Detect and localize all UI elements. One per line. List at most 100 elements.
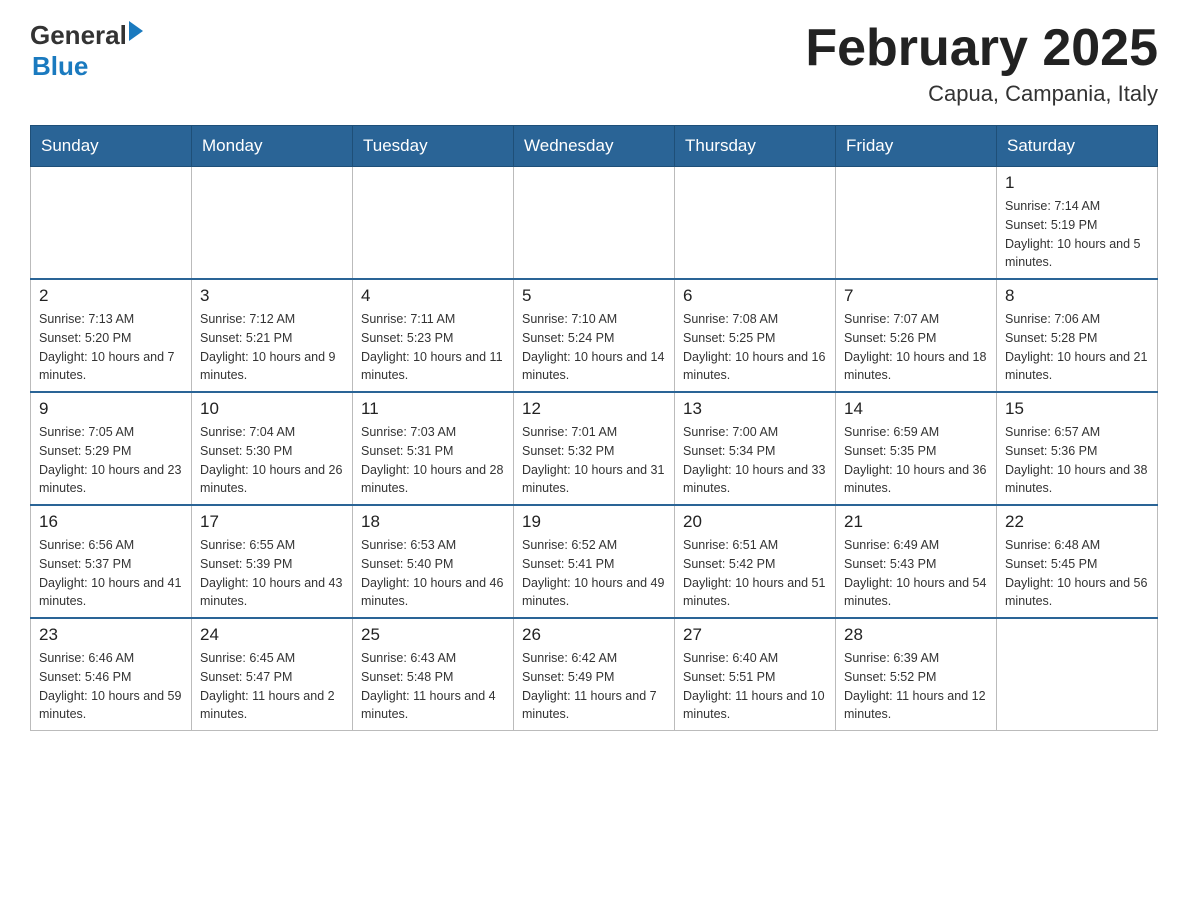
day-info: Sunrise: 6:53 AMSunset: 5:40 PMDaylight:… (361, 536, 505, 611)
calendar-subtitle: Capua, Campania, Italy (805, 81, 1158, 107)
calendar-week-row: 9Sunrise: 7:05 AMSunset: 5:29 PMDaylight… (31, 392, 1158, 505)
table-row: 26 Sunrise: 6:42 AMSunset: 5:49 PMDayligh… (514, 618, 675, 731)
day-number: 10 (200, 399, 344, 419)
calendar-table: Sunday Monday Tuesday Wednesday Thursday… (30, 125, 1158, 731)
header-friday: Friday (836, 126, 997, 167)
day-number: 5 (522, 286, 666, 306)
header-thursday: Thursday (675, 126, 836, 167)
day-number: 27 (683, 625, 827, 645)
day-number: 18 (361, 512, 505, 532)
day-number: 2 (39, 286, 183, 306)
day-info: Sunrise: 6:52 AMSunset: 5:41 PMDaylight:… (522, 536, 666, 611)
header-saturday: Saturday (997, 126, 1158, 167)
table-row: 9Sunrise: 7:05 AMSunset: 5:29 PMDaylight… (31, 392, 192, 505)
logo-arrow-icon (129, 21, 143, 41)
day-number: 6 (683, 286, 827, 306)
day-info: Sunrise: 7:05 AMSunset: 5:29 PMDaylight:… (39, 423, 183, 498)
day-info: Sunrise: 6:45 AMSunset: 5:47 PMDaylight:… (200, 649, 344, 724)
table-row: 10 Sunrise: 7:04 AMSunset: 5:30 PMDayligh… (192, 392, 353, 505)
day-info: Sunrise: 6:39 AMSunset: 5:52 PMDaylight:… (844, 649, 988, 724)
table-row (353, 167, 514, 280)
calendar-week-row: 2 Sunrise: 7:13 AMSunset: 5:20 PMDaylight… (31, 279, 1158, 392)
table-row: 17Sunrise: 6:55 AMSunset: 5:39 PMDayligh… (192, 505, 353, 618)
day-info: Sunrise: 6:59 AMSunset: 5:35 PMDaylight:… (844, 423, 988, 498)
day-info: Sunrise: 7:12 AMSunset: 5:21 PMDaylight:… (200, 310, 344, 385)
logo: General Blue (30, 20, 143, 82)
table-row: 2 Sunrise: 7:13 AMSunset: 5:20 PMDaylight… (31, 279, 192, 392)
weekday-header-row: Sunday Monday Tuesday Wednesday Thursday… (31, 126, 1158, 167)
day-number: 23 (39, 625, 183, 645)
calendar-week-row: 16 Sunrise: 6:56 AMSunset: 5:37 PMDayligh… (31, 505, 1158, 618)
day-number: 11 (361, 399, 505, 419)
day-number: 16 (39, 512, 183, 532)
page-header: General Blue February 2025 Capua, Campan… (30, 20, 1158, 107)
day-number: 8 (1005, 286, 1149, 306)
table-row: 15 Sunrise: 6:57 AMSunset: 5:36 PMDayligh… (997, 392, 1158, 505)
day-info: Sunrise: 6:40 AMSunset: 5:51 PMDaylight:… (683, 649, 827, 724)
day-number: 14 (844, 399, 988, 419)
table-row: 12 Sunrise: 7:01 AMSunset: 5:32 PMDayligh… (514, 392, 675, 505)
day-info: Sunrise: 6:56 AMSunset: 5:37 PMDaylight:… (39, 536, 183, 611)
table-row: 22 Sunrise: 6:48 AMSunset: 5:45 PMDayligh… (997, 505, 1158, 618)
day-number: 24 (200, 625, 344, 645)
day-info: Sunrise: 6:55 AMSunset: 5:39 PMDaylight:… (200, 536, 344, 611)
day-number: 22 (1005, 512, 1149, 532)
table-row: 19 Sunrise: 6:52 AMSunset: 5:41 PMDayligh… (514, 505, 675, 618)
table-row: 28 Sunrise: 6:39 AMSunset: 5:52 PMDayligh… (836, 618, 997, 731)
table-row: 24 Sunrise: 6:45 AMSunset: 5:47 PMDayligh… (192, 618, 353, 731)
table-row (31, 167, 192, 280)
day-info: Sunrise: 6:48 AMSunset: 5:45 PMDaylight:… (1005, 536, 1149, 611)
day-number: 25 (361, 625, 505, 645)
day-number: 4 (361, 286, 505, 306)
day-info: Sunrise: 7:07 AMSunset: 5:26 PMDaylight:… (844, 310, 988, 385)
day-info: Sunrise: 6:49 AMSunset: 5:43 PMDaylight:… (844, 536, 988, 611)
table-row (514, 167, 675, 280)
calendar-title: February 2025 (805, 20, 1158, 77)
title-section: February 2025 Capua, Campania, Italy (805, 20, 1158, 107)
day-number: 1 (1005, 173, 1149, 193)
table-row: 14 Sunrise: 6:59 AMSunset: 5:35 PMDayligh… (836, 392, 997, 505)
calendar-week-row: 1 Sunrise: 7:14 AMSunset: 5:19 PMDaylight… (31, 167, 1158, 280)
day-info: Sunrise: 7:03 AMSunset: 5:31 PMDaylight:… (361, 423, 505, 498)
day-info: Sunrise: 7:13 AMSunset: 5:20 PMDaylight:… (39, 310, 183, 385)
table-row: 6 Sunrise: 7:08 AMSunset: 5:25 PMDaylight… (675, 279, 836, 392)
day-info: Sunrise: 6:57 AMSunset: 5:36 PMDaylight:… (1005, 423, 1149, 498)
table-row: 11 Sunrise: 7:03 AMSunset: 5:31 PMDayligh… (353, 392, 514, 505)
header-tuesday: Tuesday (353, 126, 514, 167)
day-info: Sunrise: 6:43 AMSunset: 5:48 PMDaylight:… (361, 649, 505, 724)
table-row: 21 Sunrise: 6:49 AMSunset: 5:43 PMDayligh… (836, 505, 997, 618)
table-row: 5Sunrise: 7:10 AMSunset: 5:24 PMDaylight… (514, 279, 675, 392)
calendar-week-row: 23 Sunrise: 6:46 AMSunset: 5:46 PMDayligh… (31, 618, 1158, 731)
table-row: 8Sunrise: 7:06 AMSunset: 5:28 PMDaylight… (997, 279, 1158, 392)
day-number: 13 (683, 399, 827, 419)
day-info: Sunrise: 7:01 AMSunset: 5:32 PMDaylight:… (522, 423, 666, 498)
day-number: 3 (200, 286, 344, 306)
header-wednesday: Wednesday (514, 126, 675, 167)
day-number: 19 (522, 512, 666, 532)
logo-general-text: General (30, 20, 127, 51)
table-row: 23 Sunrise: 6:46 AMSunset: 5:46 PMDayligh… (31, 618, 192, 731)
day-info: Sunrise: 6:51 AMSunset: 5:42 PMDaylight:… (683, 536, 827, 611)
day-number: 26 (522, 625, 666, 645)
table-row: 3 Sunrise: 7:12 AMSunset: 5:21 PMDaylight… (192, 279, 353, 392)
day-number: 21 (844, 512, 988, 532)
table-row (675, 167, 836, 280)
day-info: Sunrise: 6:46 AMSunset: 5:46 PMDaylight:… (39, 649, 183, 724)
table-row: 20Sunrise: 6:51 AMSunset: 5:42 PMDayligh… (675, 505, 836, 618)
table-row: 4Sunrise: 7:11 AMSunset: 5:23 PMDaylight… (353, 279, 514, 392)
table-row: 1 Sunrise: 7:14 AMSunset: 5:19 PMDaylight… (997, 167, 1158, 280)
day-info: Sunrise: 6:42 AMSunset: 5:49 PMDaylight:… (522, 649, 666, 724)
table-row: 27 Sunrise: 6:40 AMSunset: 5:51 PMDayligh… (675, 618, 836, 731)
logo-blue-text: Blue (32, 51, 143, 82)
day-number: 15 (1005, 399, 1149, 419)
day-number: 28 (844, 625, 988, 645)
table-row: 7 Sunrise: 7:07 AMSunset: 5:26 PMDaylight… (836, 279, 997, 392)
day-info: Sunrise: 7:08 AMSunset: 5:25 PMDaylight:… (683, 310, 827, 385)
day-info: Sunrise: 7:14 AMSunset: 5:19 PMDaylight:… (1005, 197, 1149, 272)
day-info: Sunrise: 7:04 AMSunset: 5:30 PMDaylight:… (200, 423, 344, 498)
table-row: 16 Sunrise: 6:56 AMSunset: 5:37 PMDayligh… (31, 505, 192, 618)
header-monday: Monday (192, 126, 353, 167)
table-row (192, 167, 353, 280)
day-number: 7 (844, 286, 988, 306)
day-number: 12 (522, 399, 666, 419)
